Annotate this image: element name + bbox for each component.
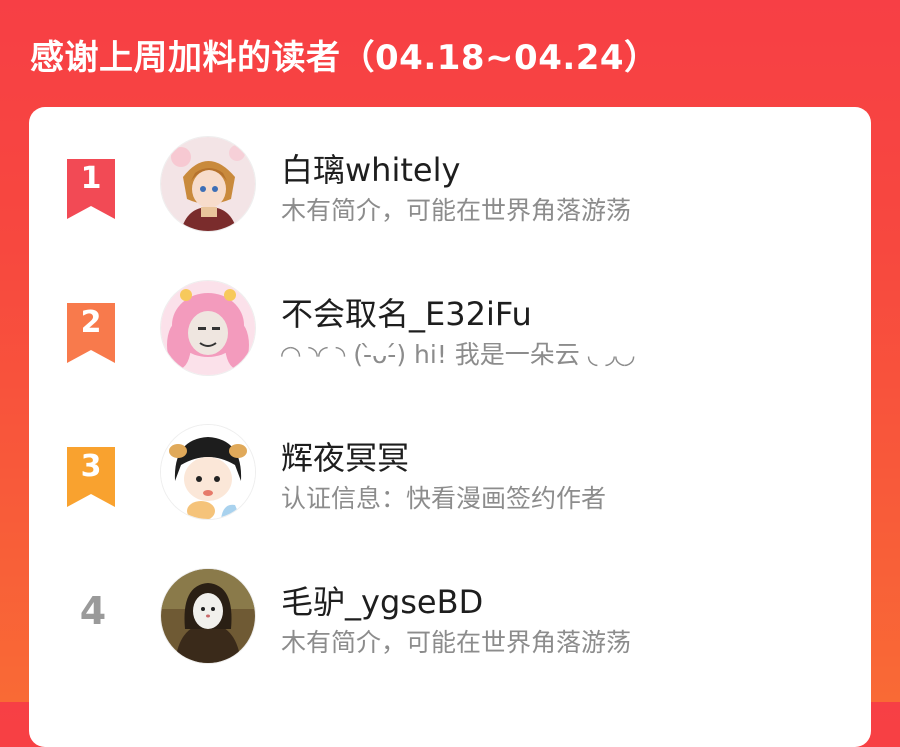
rank-badge-3: 3 [67,447,123,511]
reader-name[interactable]: 辉夜冥冥 [281,433,409,479]
rank-number: 3 [80,449,102,484]
mona-lisa-ghost-avatar-icon[interactable] [161,569,255,663]
rank-number: 2 [80,305,102,340]
rank-badge-1: 1 [67,159,123,223]
reader-name[interactable]: 不会取名_E32iFu [281,289,532,335]
reader-name[interactable]: 白璃whitely [281,145,460,191]
reader-list-card: 1 白璃whitely 木有简介，可能在世界角落游荡 2 不会取名_E32iFu… [29,107,871,747]
page-title: 感谢上周加料的读者（04.18~04.24） [30,38,659,78]
reader-desc: 木有简介，可能在世界角落游荡 [281,628,632,657]
reader-row-1[interactable]: 1 白璃whitely 木有简介，可能在世界角落游荡 [29,135,871,255]
reader-name[interactable]: 毛驴_ygseBD [281,577,483,623]
rank-number: 4 [79,589,107,633]
rank-number: 1 [80,161,102,196]
pink-meme-face-avatar-icon[interactable] [161,281,255,375]
reader-row-3[interactable]: 3 辉夜冥冥 认证信息：快看漫画签约作者 [29,423,871,543]
reader-desc: 认证信息：快看漫画签约作者 [281,484,607,513]
reader-desc: ◜◝ ◝◜ ◝ (-̀ᴗ-́) hi! 我是一朵云 ◟ ◞◟◞ [281,340,635,369]
reader-row-2[interactable]: 2 不会取名_E32iFu ◜◝ ◝◜ ◝ (-̀ᴗ-́) hi! 我是一朵云 … [29,279,871,399]
chibi-girl-avatar-icon[interactable] [161,425,255,519]
reader-desc: 木有简介，可能在世界角落游荡 [281,196,632,225]
rank-badge-2: 2 [67,303,123,367]
reader-row-4[interactable]: 4 毛驴_ygseBD 木有简介，可能在世界角落游荡 [29,567,871,687]
anime-boy-avatar-icon[interactable] [161,137,255,231]
